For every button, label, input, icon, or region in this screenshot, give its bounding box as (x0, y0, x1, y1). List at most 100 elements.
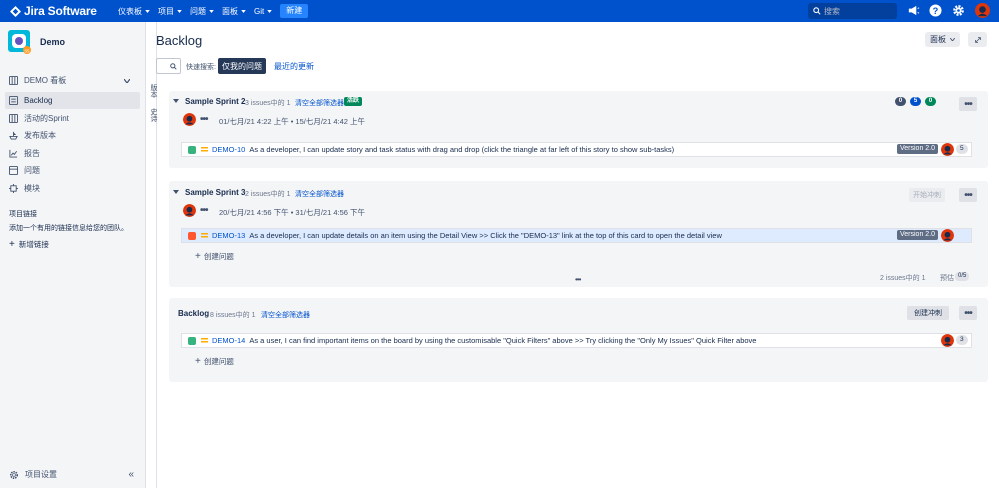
backlog-more-button[interactable]: ••• (959, 306, 977, 320)
project-name: Demo (40, 37, 66, 47)
plus-icon: + (195, 251, 201, 262)
story-icon (188, 336, 196, 345)
project-header[interactable]: ss Demo (8, 30, 65, 54)
sprint-issue-count: 2 issues中的 1 (245, 191, 291, 198)
create-button[interactable]: 新建 (280, 4, 309, 18)
user-avatar[interactable] (975, 3, 990, 18)
chevron-down-icon[interactable] (173, 190, 179, 194)
sprint-more-button[interactable]: ••• (959, 188, 977, 202)
issue-summary: As a developer, I can update details on … (249, 231, 722, 240)
create-issue-label: 创建问题 (203, 357, 234, 366)
sidebar-item-label: 问题 (24, 166, 40, 175)
filter-recently-updated[interactable]: 最近的更新 (274, 61, 314, 72)
project-settings[interactable]: 项目设置 « (5, 466, 140, 483)
in-progress-estimate-pill: 5 (910, 97, 921, 106)
clear-filters-link[interactable]: 清空全部筛选器 (295, 189, 344, 199)
jira-logo[interactable]: Jira Software (10, 4, 110, 18)
clear-filters-link[interactable]: 清空全部筛选器 (261, 310, 310, 320)
expand-icon (974, 36, 981, 43)
nav-item-label: 面板 (222, 6, 238, 16)
issue-key[interactable]: DEMO-14 (212, 336, 245, 345)
sprint-more-button[interactable]: ••• (959, 97, 977, 111)
filter-only-my-issues[interactable]: 仅我的问题 (218, 58, 266, 74)
priority-medium-icon (201, 233, 208, 238)
sidebar-item-label: Backlog (24, 96, 53, 105)
sidebar-item-backlog[interactable]: Backlog (5, 92, 140, 109)
collapse-sidebar-icon[interactable]: « (128, 469, 134, 480)
backlog-issue-count: 8 issues中的 1 (210, 312, 256, 319)
nav-item-dashboards[interactable]: 仪表板 (114, 0, 154, 22)
settings-icon (10, 470, 18, 479)
sprint-actions-icon[interactable]: ••• (200, 114, 208, 125)
project-links-title: 项目链接 (9, 211, 37, 218)
done-estimate-pill: 0 (925, 97, 936, 106)
nav-item-label: Git (254, 6, 265, 16)
nav-item-issues[interactable]: 问题 (186, 0, 218, 22)
issue-row-demo-13[interactable]: DEMO-13 As a developer, I can update det… (181, 228, 972, 243)
search-placeholder: 搜索 (824, 6, 840, 16)
board-selector-label: DEMO 看板 (24, 76, 67, 85)
svg-text:?: ? (933, 6, 939, 16)
board-button-label: 面板 (930, 35, 946, 44)
chevron-down-icon[interactable] (173, 99, 179, 103)
project-avatar: ss (8, 30, 31, 55)
jira-icon (10, 5, 21, 17)
more-icon: ••• (964, 307, 972, 319)
quick-search-input[interactable] (156, 58, 181, 74)
epics-tab[interactable]: 史诗 (148, 108, 158, 122)
search-icon (813, 7, 821, 15)
assignee-avatar (183, 113, 196, 126)
help-icon[interactable]: ? (929, 4, 942, 17)
issue-row-demo-14[interactable]: DEMO-14 As a user, I can find important … (181, 333, 972, 348)
start-sprint-button[interactable]: 开始冲刺 (909, 188, 945, 202)
drag-handle[interactable]: ••• (575, 275, 581, 284)
create-issue-button[interactable]: + 创建问题 (195, 356, 234, 367)
board-button[interactable]: 面板 (925, 32, 960, 47)
chevron-down-icon (145, 9, 150, 13)
create-issue-button[interactable]: + 创建问题 (195, 251, 234, 262)
sprint-footer-estimate-value: 0/5 (955, 272, 970, 281)
nav-item-boards[interactable]: 面板 (218, 0, 250, 22)
nav-item-projects[interactable]: 项目 (154, 0, 186, 22)
sprint-actions-icon[interactable]: ••• (200, 205, 208, 216)
settings-icon[interactable] (952, 4, 965, 17)
issue-key[interactable]: DEMO-13 (212, 231, 245, 240)
todo-estimate-pill: 0 (895, 97, 906, 106)
nav-item-label: 项目 (158, 6, 174, 16)
sprint-title: Sample Sprint 2 (185, 97, 246, 106)
fullscreen-button[interactable] (968, 32, 987, 47)
search-icon (170, 62, 177, 70)
sprint-footer-count: 2 issues中的 1 (880, 275, 926, 282)
sidebar-item-reports[interactable]: 报告 (5, 145, 140, 162)
story-points-badge: 5 (956, 144, 968, 154)
chevron-down-icon (241, 9, 246, 13)
megaphone-icon[interactable] (907, 4, 920, 17)
issue-key[interactable]: DEMO-10 (212, 145, 245, 154)
components-icon (9, 184, 18, 193)
project-settings-label: 项目设置 (25, 470, 57, 479)
side-panel-strip: 版本 史诗 (146, 22, 157, 488)
chevron-down-icon (177, 9, 182, 13)
search-input[interactable]: 搜索 (808, 3, 897, 19)
backlog-title: Backlog (178, 309, 210, 318)
sprint-dates: 20/七月/21 4:56 下午 • 31/七月/21 4:56 下午 (219, 208, 366, 217)
board-selector[interactable]: DEMO 看板 (5, 72, 140, 89)
issue-row-demo-10[interactable]: DEMO-10 As a developer, I can update sto… (181, 142, 972, 157)
create-sprint-button[interactable]: 创建冲刺 (907, 306, 949, 320)
sidebar-item-components[interactable]: 模块 (5, 180, 140, 197)
nav-item-git[interactable]: Git (250, 0, 276, 22)
more-icon: ••• (964, 189, 972, 201)
fix-version-badge: Version 2.0 (897, 230, 939, 240)
clear-filters-link[interactable]: 清空全部筛选器 (295, 98, 344, 108)
more-icon: ••• (964, 98, 972, 110)
svg-text:ss: ss (25, 49, 31, 55)
sidebar-item-releases[interactable]: 发布版本 (5, 127, 140, 144)
project-sidebar: ss Demo DEMO 看板 Backlog 活动的Sprint 发布版本 报… (0, 22, 146, 488)
sprint-status-badge: 活跃 (344, 97, 363, 106)
add-link-button[interactable]: + 新增链接 (9, 239, 49, 250)
versions-tab[interactable]: 版本 (148, 84, 158, 98)
create-issue-label: 创建问题 (203, 252, 234, 261)
sidebar-item-label: 活动的Sprint (24, 114, 69, 123)
sidebar-item-active-sprint[interactable]: 活动的Sprint (5, 110, 140, 127)
sidebar-item-issues[interactable]: 问题 (5, 162, 140, 179)
